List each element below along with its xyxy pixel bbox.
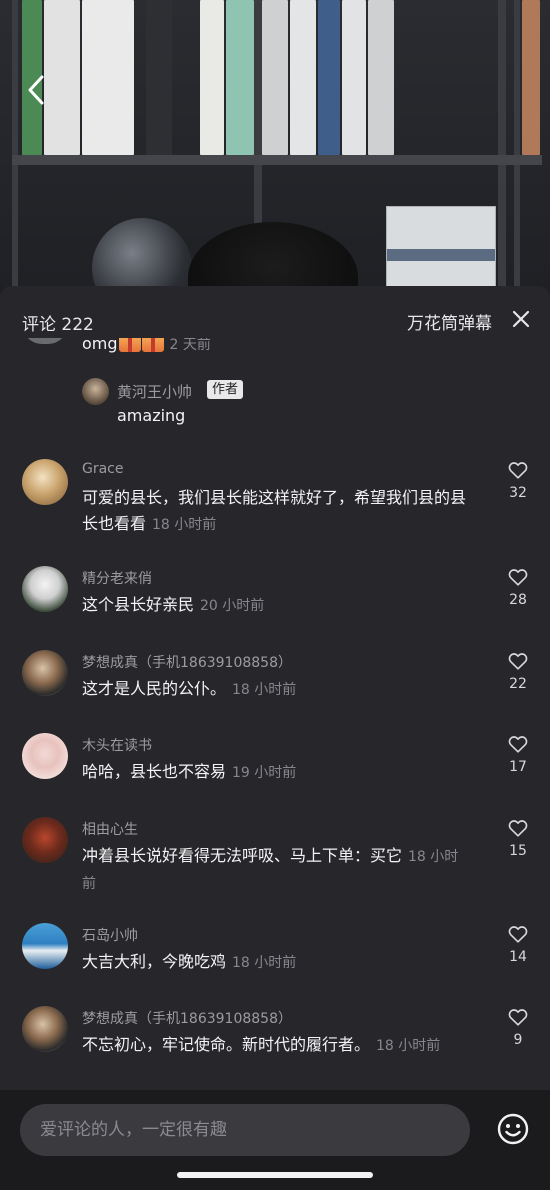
avatar[interactable] [82, 378, 109, 405]
avatar[interactable] [22, 650, 68, 696]
comment-body: 冲着县长说好看得无法呼吸、马上下单：买它 18 小时前 [82, 843, 472, 897]
like-count: 32 [509, 485, 527, 501]
comment-sheet: omg 2 天前 黄河王小帅 作者 amazing Grace 可爱的县长，我们县… [0, 286, 550, 1190]
book [82, 0, 134, 155]
avatar[interactable] [22, 566, 68, 612]
kaleidoscope-danmaku-button[interactable]: 万花筒弹幕 [407, 309, 492, 334]
avatar[interactable] [22, 1006, 68, 1052]
comment-username[interactable]: 木头在读书 [82, 735, 152, 755]
like-button[interactable]: 22 [506, 650, 530, 692]
avatar[interactable] [22, 817, 68, 863]
like-button[interactable]: 15 [506, 817, 530, 859]
book [226, 0, 254, 155]
comment-body: 这个县长好亲民 20 小时前 [82, 592, 472, 619]
heart-icon [508, 1009, 528, 1026]
close-button[interactable] [510, 308, 532, 330]
comment-username[interactable]: 梦想成真（手机18639108858） [82, 652, 292, 672]
comment-body: 大吉大利，今晚吃鸡 18 小时前 [82, 949, 472, 976]
comment-text: 冲着县长说好看得无法呼吸、马上下单：买它 [82, 846, 403, 865]
like-button[interactable]: 32 [506, 459, 530, 501]
comment-text: 这才是人民的公仆。 [82, 679, 227, 698]
comment-text: 大吉大利，今晚吃鸡 [82, 952, 227, 971]
comment-list[interactable]: omg 2 天前 黄河王小帅 作者 amazing Grace 可爱的县长，我们县… [0, 286, 550, 1094]
shelf-divider [498, 0, 506, 300]
emoji-button[interactable] [496, 1112, 530, 1146]
like-button[interactable]: 28 [506, 566, 530, 608]
comment-time: 2 天前 [169, 337, 211, 353]
avatar[interactable] [22, 733, 68, 779]
book [146, 0, 172, 155]
like-count: 28 [509, 592, 527, 608]
video-background[interactable] [0, 0, 550, 300]
like-button[interactable]: 9 [506, 1006, 530, 1048]
comment-sheet-header: 评论 222 万花筒弹幕 [0, 286, 550, 338]
comment-time: 19 小时前 [232, 765, 297, 781]
comment-time: 18 小时前 [232, 682, 297, 698]
avatar[interactable] [22, 923, 68, 969]
comment-body: 不忘初心，牢记使命。新时代的履行者。 18 小时前 [82, 1032, 472, 1059]
like-button[interactable]: 14 [506, 923, 530, 965]
emoji-icon [497, 1113, 529, 1145]
product-box [386, 206, 496, 296]
heart-icon [508, 653, 528, 670]
like-count: 9 [513, 1032, 523, 1048]
book [290, 0, 316, 155]
heart-icon [508, 820, 528, 837]
like-count: 14 [509, 949, 527, 965]
comment-count: 评论 222 [22, 315, 94, 335]
home-indicator[interactable] [177, 1172, 373, 1178]
like-count: 15 [509, 843, 527, 859]
like-count: 17 [509, 759, 527, 775]
close-icon [512, 310, 530, 328]
comment-body: 哈哈，县长也不容易 19 小时前 [82, 759, 472, 786]
comment-input-container[interactable] [20, 1104, 470, 1156]
avatar[interactable] [22, 459, 68, 505]
heart-icon [508, 736, 528, 753]
comment-text: 不忘初心，牢记使命。新时代的履行者。 [82, 1035, 371, 1054]
heart-icon [508, 462, 528, 479]
comment-input-bar [0, 1090, 550, 1190]
comment-username[interactable]: 精分老来俏 [82, 568, 152, 588]
comment-time: 20 小时前 [200, 598, 265, 614]
comment-time: 18 小时前 [232, 955, 297, 971]
book [318, 0, 340, 155]
comment-time: 18 小时前 [376, 1038, 441, 1054]
heart-icon [508, 926, 528, 943]
comment-input[interactable] [20, 1104, 470, 1156]
comment-username[interactable]: 相由心生 [82, 819, 138, 839]
comment-body: 可爱的县长，我们县长能这样就好了，希望我们县的县长也看看 18 小时前 [82, 485, 472, 538]
back-button[interactable] [20, 72, 52, 108]
author-badge: 作者 [207, 380, 244, 399]
heart-icon [508, 569, 528, 586]
comment-time: 18 小时前 [152, 517, 217, 533]
book [368, 0, 394, 155]
book [522, 0, 540, 155]
reply-username[interactable]: 黄河王小帅 [117, 381, 192, 402]
comment-username[interactable]: 石岛小帅 [82, 925, 138, 945]
back-icon [28, 75, 44, 105]
comment-username[interactable]: Grace [82, 461, 124, 477]
comment-text: 哈哈，县长也不容易 [82, 762, 227, 781]
comment-username[interactable]: 梦想成真（手机18639108858） [82, 1008, 292, 1028]
comment-text: 这个县长好亲民 [82, 595, 195, 614]
comment-body: 这才是人民的公仆。 18 小时前 [82, 676, 472, 703]
like-button[interactable]: 17 [506, 733, 530, 775]
shelf-board [12, 155, 542, 165]
book [200, 0, 224, 155]
reply-text: amazing [117, 406, 186, 425]
like-count: 22 [509, 676, 527, 692]
book [262, 0, 288, 155]
book [342, 0, 366, 155]
comment-text: 可爱的县长，我们县长能这样就好了，希望我们县的县长也看看 [82, 488, 467, 533]
author-reply[interactable]: 黄河王小帅 作者 amazing [82, 378, 462, 428]
